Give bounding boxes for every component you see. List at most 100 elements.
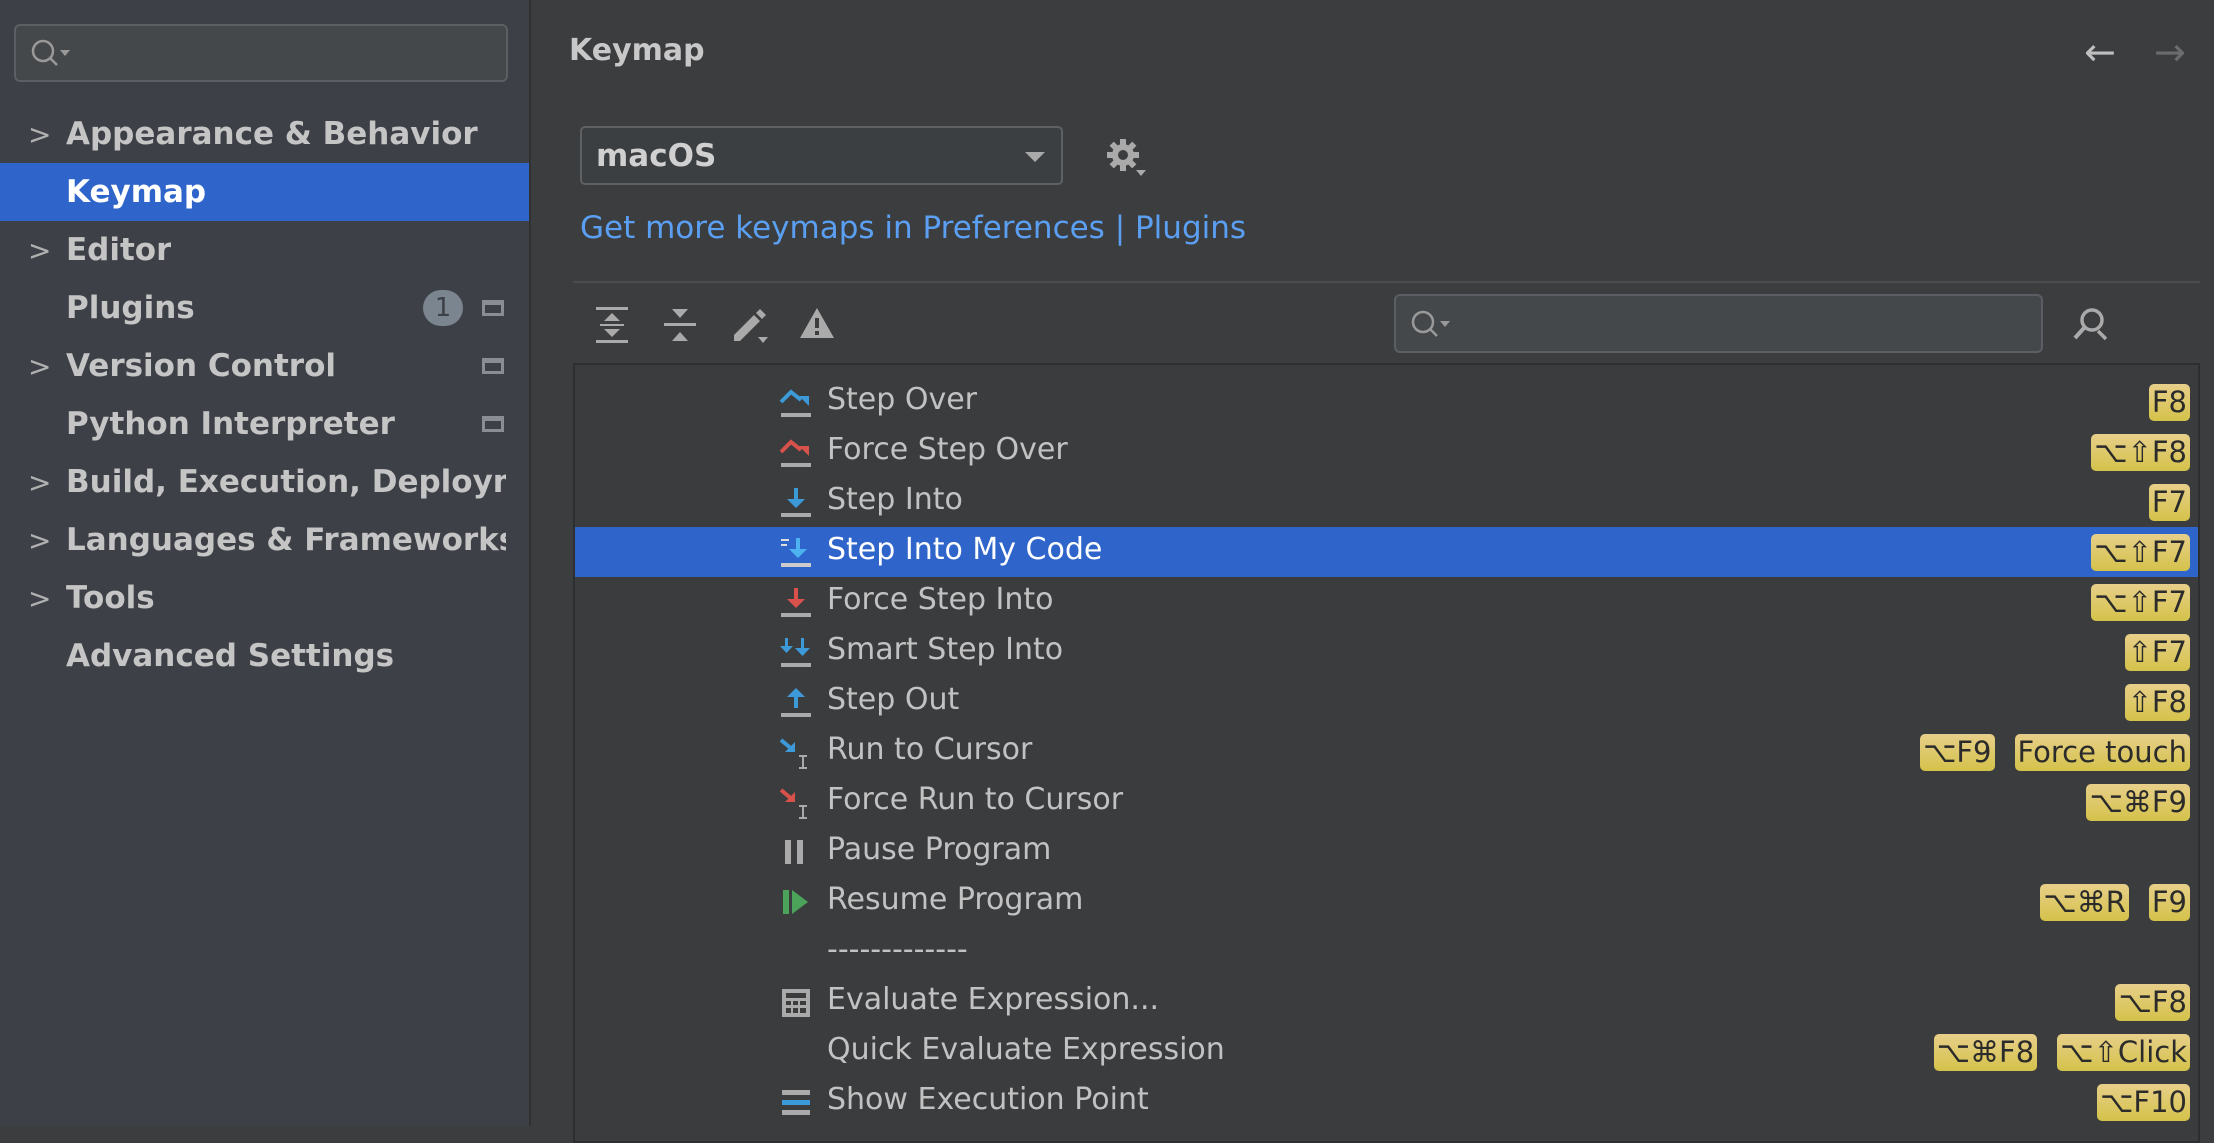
action-row[interactable]: Resume Program ⌥⌘R F9 [575,877,2198,927]
get-more-keymaps-link[interactable]: Get more keymaps in Preferences | Plugin… [580,210,1246,246]
chevron-right-icon[interactable]: > [28,234,51,267]
shortcut-list: ⌥⇧F7 [2091,534,2190,571]
shortcut-badge: F8 [2148,384,2190,421]
project-level-icon [482,358,504,374]
shortcut-list: ⌥⌘F8 ⌥⇧Click [1933,1034,2190,1071]
page-title: Keymap [569,33,705,68]
shortcut-badge: ⌥F10 [2097,1084,2190,1121]
action-label: Evaluate Expression... [827,982,1160,1017]
sidebar-item-label: Languages & Frameworks [66,522,506,558]
action-label: Run to Cursor [827,732,1033,767]
keymap-search-input[interactable] [1394,294,2043,353]
action-row[interactable]: Show Execution Point ⌥F10 [575,1077,2198,1127]
shortcut-badge: ⌥⌘F9 [2086,784,2190,821]
expand-all-icon[interactable] [594,305,630,345]
sidebar-item-label: Plugins [66,290,195,326]
shortcut-badge: ⇧F8 [2124,684,2190,721]
action-row[interactable]: Step Into My Code ⌥⇧F7 [575,527,2198,577]
step-into-icon [781,488,811,517]
step-into-my-code-icon [781,538,811,567]
find-by-shortcut-icon[interactable] [2070,305,2112,345]
sidebar-item-languages-frameworks[interactable]: > Languages & Frameworks [0,511,529,569]
sidebar-item-label: Appearance & Behavior [66,116,478,152]
chevron-right-icon[interactable]: > [28,466,51,499]
arrow-left-icon[interactable]: ← [2084,30,2116,74]
sidebar-item-tools[interactable]: > Tools [0,569,529,627]
sidebar-item-label: Build, Execution, Deployment [66,464,506,500]
action-label: ------------- [827,932,968,967]
arrow-right-icon[interactable]: → [2154,30,2186,74]
force-step-into-icon [781,588,811,617]
search-icon [31,39,70,66]
action-label: Pause Program [827,832,1052,867]
action-label: Step Over [827,382,977,417]
shortcut-list: ⇧F8 [2124,684,2190,721]
shortcut-badge: ⌥⇧F7 [2091,534,2190,571]
shortcut-badge: ⇧F7 [2124,634,2190,671]
warning-icon[interactable] [798,305,836,341]
chevron-right-icon[interactable]: > [28,524,51,557]
force-run-to-cursor-icon [779,788,807,819]
shortcut-list: ⌥F9 Force touch [1919,734,2190,771]
keymap-action-tree: Step Over F8 Force Step Over ⌥⇧F8 Step Into F… [573,363,2200,1143]
chevron-right-icon[interactable]: > [28,350,51,383]
action-row[interactable]: Smart Step Into ⇧F7 [575,627,2198,677]
action-row[interactable]: Quick Evaluate Expression ⌥⌘F8 ⌥⇧Click [575,1027,2198,1077]
sidebar-item-keymap[interactable]: Keymap [0,163,529,221]
edit-icon[interactable] [730,305,770,345]
sidebar-item-label: Version Control [66,348,336,384]
action-label: Force Run to Cursor [827,782,1124,817]
shortcut-list: F8 [2148,384,2190,421]
shortcut-badge: ⌥F8 [2115,984,2190,1021]
sidebar-item-build-execution-deployment[interactable]: > Build, Execution, Deployment [0,453,529,511]
sidebar-item-python-interpreter[interactable]: Python Interpreter [0,395,529,453]
action-row[interactable]: Force Step Over ⌥⇧F8 [575,427,2198,477]
sidebar-item-label: Editor [66,232,172,268]
step-over-icon [779,389,811,417]
sidebar-item-label: Tools [66,580,155,616]
chevron-right-icon[interactable]: > [28,582,51,615]
divider [573,281,2200,283]
sidebar-item-label: Python Interpreter [66,406,395,442]
sidebar-item-label: Keymap [66,174,207,210]
action-label: Force Step Over [827,432,1068,467]
action-row[interactable]: Run to Cursor ⌥F9 Force touch [575,727,2198,777]
chevron-right-icon[interactable]: > [28,118,51,151]
shortcut-badge: ⌥⌘R [2040,884,2129,921]
action-row[interactable]: ------------- [575,927,2198,977]
settings-sidebar: > Appearance & Behavior Keymap > Editor Plugi… [0,0,531,1126]
calculator-icon [782,989,810,1017]
sidebar-item-version-control[interactable]: > Version Control [0,337,529,395]
sidebar-item-advanced-settings[interactable]: Advanced Settings [0,627,529,685]
shortcut-list: ⌥⇧F8 [2091,434,2190,471]
force-step-over-icon [779,439,811,467]
run-to-cursor-icon [779,738,807,769]
shortcut-badge: ⌥F9 [1919,734,1995,771]
gear-icon[interactable] [1104,136,1148,180]
shortcut-list: F7 [2148,484,2190,521]
action-row[interactable]: Evaluate Expression... ⌥F8 [575,977,2198,1027]
shortcut-badge: ⌥⇧F7 [2091,584,2190,621]
action-row[interactable]: Step Into F7 [575,477,2198,527]
smart-step-into-icon [780,638,811,667]
shortcut-list: ⌥F10 [2097,1084,2190,1121]
sidebar-item-editor[interactable]: > Editor [0,221,529,279]
update-count-badge: 1 [423,290,463,326]
action-row[interactable]: Force Run to Cursor ⌥⌘F9 [575,777,2198,827]
action-row[interactable]: Force Step Into ⌥⇧F7 [575,577,2198,627]
collapse-all-icon[interactable] [662,305,698,345]
shortcut-list: ⌥⌘F9 [2086,784,2190,821]
action-label: Force Step Into [827,582,1054,617]
action-label: Quick Evaluate Expression [827,1032,1225,1067]
action-row[interactable]: Step Out ⇧F8 [575,677,2198,727]
action-row[interactable]: Step Over F8 [575,377,2198,427]
keymap-select[interactable]: macOS [580,126,1063,185]
settings-search-input[interactable] [14,24,508,82]
sidebar-item-appearance-behavior[interactable]: > Appearance & Behavior [0,105,529,163]
action-row[interactable]: Pause Program [575,827,2198,877]
action-label: Resume Program [827,882,1084,917]
shortcut-list: ⌥⌘R F9 [2040,884,2190,921]
sidebar-item-plugins[interactable]: Plugins 1 [0,279,529,337]
shortcut-badge: ⌥⇧F8 [2091,434,2190,471]
pause-icon [785,840,803,864]
